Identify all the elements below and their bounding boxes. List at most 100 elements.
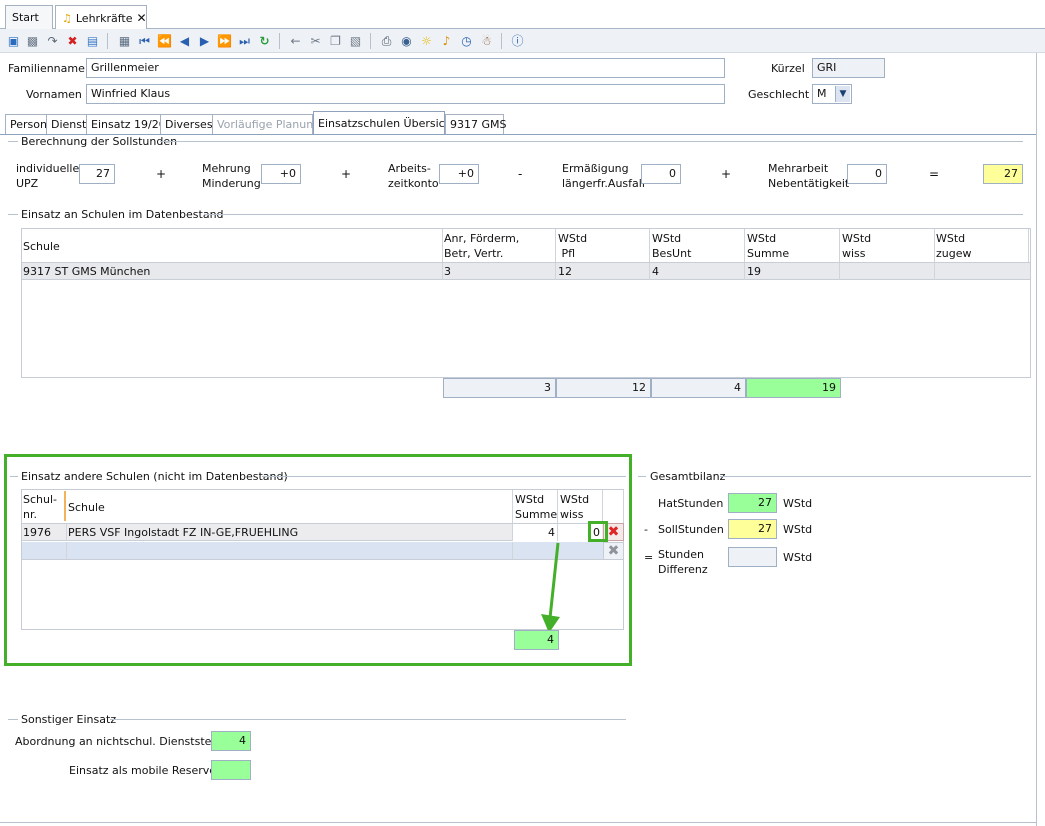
equals-sign: = [644,551,654,564]
table-row[interactable]: 1976 PERS VSF Ingolstadt FZ IN-GE,FRUEHL… [22,523,604,541]
new-row[interactable] [22,542,604,560]
minus-operator: - [518,167,523,181]
first-record-icon[interactable]: ⏮ [136,32,153,49]
upz-label: individuelle UPZ [16,162,80,190]
col-pfl: WStd Pfl [558,232,588,260]
cell-wiss [842,263,932,280]
tab-dienst-label: Dienst [51,118,87,131]
familienname-label: Familienname [8,62,85,75]
vornamen-label: Vornamen [26,88,82,101]
arrow-annotation-icon [541,542,560,633]
tab-lehrkraefte[interactable]: ♫ Lehrkräfte ✕ [55,5,147,30]
teachers-icon: ♫ [62,11,72,25]
ermaessigung-input[interactable]: 0 [641,164,681,184]
mehrung-input[interactable]: +0 [261,164,301,184]
sollstunden-unit: WStd [783,523,813,536]
cell-anr: 3 [444,265,451,278]
tab-einsatzschulen-uebersicht[interactable]: Einsatzschulen Übersicht [313,111,456,135]
tab-dienst[interactable]: Dienst [46,114,87,134]
save-icon[interactable]: ▩ [24,32,41,49]
geschlecht-select[interactable]: M ▼ [812,84,852,104]
hint-bulb-icon[interactable]: ☼ [418,32,435,49]
new-record-icon[interactable]: ▣ [5,32,22,49]
equals-operator: = [929,167,940,181]
plus-operator-2: + [341,167,352,181]
col-zugew: WStd zugew [936,232,972,260]
tab-einsatz-label: Einsatz 19/20 [91,118,166,131]
familienname-input[interactable]: Grillenmeier [86,58,725,78]
bell-icon[interactable]: ♪ [438,32,455,49]
tab-vorlaeufige-planung-label: Vorläufige Planung [217,118,321,131]
sollstunden-result: 27 [983,164,1023,184]
tab-9317-gms-label: 9317 GMS [450,118,507,131]
geschlecht-label: Geschlecht [748,88,810,101]
col-schule: Schule [23,240,60,253]
hatstunden-unit: WStd [783,497,813,510]
refresh-icon[interactable]: ↻ [256,32,273,49]
upz-input[interactable]: 27 [79,164,115,184]
differenz-label: Stunden Differenz [658,548,708,576]
clock-icon[interactable]: ◷ [458,32,475,49]
chevron-down-icon[interactable]: ▼ [835,86,850,102]
copy-icon[interactable]: ❐ [327,32,344,49]
col-schule-andere: Schule [68,501,105,514]
contact-card-icon[interactable]: ☃ [478,32,495,49]
col-schulnr: Schul-nr. [23,493,57,521]
tab-diverses[interactable]: Diverses [160,114,213,134]
tab-9317-gms[interactable]: 9317 GMS [445,114,507,134]
kuerzel-label: Kürzel [771,62,805,75]
undo-icon[interactable]: ↷ [44,32,61,49]
delete-new-row-icon[interactable]: ✖ [603,542,624,560]
tab-vorlaeufige-planung[interactable]: Vorläufige Planung [212,114,320,134]
mehrarbeit-input[interactable]: 0 [847,164,887,184]
preview-icon[interactable]: ◉ [398,32,415,49]
vornamen-input[interactable]: Winfried Klaus [86,84,725,104]
abordnung-value[interactable]: 4 [211,731,251,751]
next-record-icon[interactable]: ▶ [196,32,213,49]
arbeitszeitkonto-input[interactable]: +0 [439,164,479,184]
ermaessigung-label: Ermäßigung längerfr.Ausfall [562,162,645,190]
andere-schulen-table: Schul-nr. Schule WStd Summe WStd wiss 1976… [21,489,624,630]
previous-page-icon[interactable]: ⏪ [156,32,173,49]
help-icon[interactable]: ⓘ [509,32,526,49]
previous-record-icon[interactable]: ◀ [176,32,193,49]
cell-schule-andere: PERS VSF Ingolstadt FZ IN-GE,FRUEHLING [68,526,299,539]
next-page-icon[interactable]: ⏩ [216,32,233,49]
tab-einsatzschulen-uebersicht-label: Einsatzschulen Übersicht [318,117,456,130]
differenz-unit: WStd [783,551,813,564]
schulen-group-title: Einsatz an Schulen im Datenbestand [21,208,224,221]
sollstunden-label: SollStunden [658,523,724,536]
table-row[interactable]: 9317 ST GMS München 3 12 4 19 [22,262,1030,280]
col-wiss: WStd wiss [842,232,872,260]
tab-person[interactable]: Person [5,114,47,134]
form-icon[interactable]: ▤ [84,32,101,49]
tab-start-label: Start [12,11,39,24]
tab-person-label: Person [10,118,47,131]
kuerzel-input[interactable]: GRI [812,58,885,78]
close-tab-icon[interactable]: ✕ [136,11,146,25]
schulen-table: Schule Anr, Förderm, Betr, Vertr. WStd Pf… [21,228,1031,378]
cell-wstd-summe[interactable]: 4 [513,524,557,541]
mehrung-label: Mehrung Minderung [202,162,261,190]
reserve-value[interactable] [211,760,251,780]
copy-record-icon[interactable]: ▦ [116,32,133,49]
tab-diverses-label: Diverses [165,118,213,131]
paste-icon[interactable]: ▧ [347,32,364,49]
print-icon[interactable]: ⎙ [378,32,395,49]
delete-icon[interactable]: ✖ [64,32,81,49]
sum-besunt: 4 [651,378,746,398]
arbeitszeitkonto-label: Arbeits-zeitkonto [388,162,439,190]
sum-summe: 19 [746,378,841,398]
plus-operator: + [156,167,167,181]
tab-start[interactable]: Start [5,5,53,29]
col-besunt: WStd BesUnt [652,232,692,260]
toolbar: ▣ ▩ ↷ ✖ ▤ ▦ ⏮ ⏪ ◀ ▶ ⏩ ⏭ ↻ ← ✂ ❐ ▧ ⎙ ◉ ☼ … [0,29,1045,53]
cut-icon[interactable]: ✂ [307,32,324,49]
cell-schule: 9317 ST GMS München [23,265,151,278]
geschlecht-value: M [817,87,827,100]
last-record-icon[interactable]: ⏭ [236,32,253,49]
back-arrow-icon[interactable]: ← [287,32,304,49]
sollstunden-group-title: Berechnung der Sollstunden [21,135,178,148]
tab-einsatz[interactable]: Einsatz 19/20 [86,114,166,134]
hatstunden-value: 27 [728,493,777,513]
